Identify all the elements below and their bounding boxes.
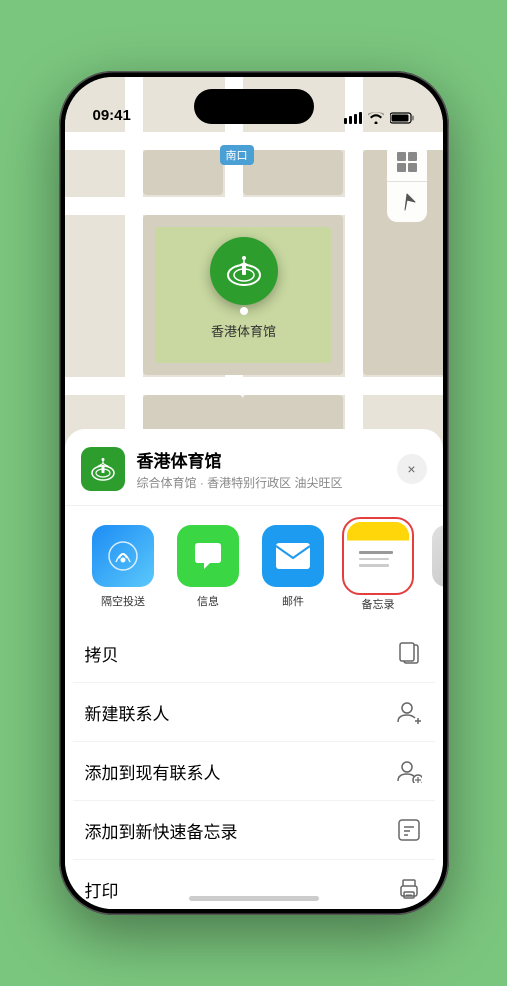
notes-icon-wrap: [347, 522, 409, 584]
battery-icon: [390, 112, 415, 124]
share-item-more[interactable]: 推: [421, 525, 443, 609]
phone-frame: 09:41: [59, 71, 449, 915]
action-new-contact[interactable]: 新建联系人: [73, 683, 435, 742]
map-road: [65, 377, 443, 395]
map-controls: [387, 142, 427, 222]
venue-info: 香港体育馆 综合体育馆 · 香港特别行政区 油尖旺区: [137, 447, 397, 491]
status-time: 09:41: [93, 107, 131, 124]
wifi-icon: [368, 112, 384, 124]
mail-label: 邮件: [282, 593, 304, 609]
printer-icon: [395, 875, 423, 903]
mail-icon-wrap: [262, 525, 324, 587]
share-item-messages[interactable]: 信息: [166, 525, 251, 609]
venue-label: 南口: [220, 145, 254, 165]
venue-subtitle: 综合体育馆 · 香港特别行政区 油尖旺区: [137, 474, 397, 491]
venue-icon-graphic: [89, 455, 117, 483]
share-item-mail[interactable]: 邮件: [251, 525, 336, 609]
stadium-pin: 香港体育馆: [210, 237, 278, 340]
action-quick-note[interactable]: 添加到新快速备忘录: [73, 801, 435, 860]
notes-label: 备忘录: [362, 596, 395, 612]
map-block: [143, 150, 223, 195]
more-icon-wrap: [432, 525, 443, 587]
action-copy[interactable]: 拷贝: [73, 624, 435, 683]
mail-icon: [274, 541, 312, 571]
stadium-icon: [224, 251, 264, 291]
person-add-icon: [395, 698, 423, 726]
action-quick-note-label: 添加到新快速备忘录: [85, 818, 238, 843]
status-icons: [344, 112, 415, 124]
messages-icon-wrap: [177, 525, 239, 587]
airdrop-icon-wrap: [92, 525, 154, 587]
pin-circle: [210, 237, 278, 305]
location-icon: [397, 192, 417, 212]
venue-name: 香港体育馆: [137, 447, 397, 472]
close-button[interactable]: ×: [397, 454, 427, 484]
airdrop-label: 隔空投送: [101, 593, 145, 609]
person-plus-icon: [395, 757, 423, 785]
venue-icon: [81, 447, 125, 491]
action-new-contact-label: 新建联系人: [85, 700, 170, 725]
location-button[interactable]: [387, 182, 427, 222]
share-row: 隔空投送 信息: [65, 506, 443, 624]
action-list: 拷贝 新建联系人: [65, 624, 443, 909]
map-type-button[interactable]: [387, 142, 427, 182]
action-add-existing-label: 添加到现有联系人: [85, 759, 221, 784]
home-indicator: [189, 896, 319, 901]
bottom-sheet: 香港体育馆 综合体育馆 · 香港特别行政区 油尖旺区 ×: [65, 429, 443, 909]
note-add-icon: [395, 816, 423, 844]
share-item-notes[interactable]: 备忘录: [336, 522, 421, 612]
map-type-icon: [396, 151, 418, 173]
pin-label: 香港体育馆: [211, 321, 276, 340]
action-print[interactable]: 打印: [73, 860, 435, 909]
messages-label: 信息: [197, 593, 219, 609]
share-item-airdrop[interactable]: 隔空投送: [81, 525, 166, 609]
phone-screen: 09:41: [65, 77, 443, 909]
action-print-label: 打印: [85, 877, 119, 902]
action-add-existing[interactable]: 添加到现有联系人: [73, 742, 435, 801]
pin-dot: [240, 307, 248, 315]
messages-icon: [190, 538, 226, 574]
signal-icon: [344, 112, 362, 124]
airdrop-icon: [105, 538, 141, 574]
venue-header: 香港体育馆 综合体育馆 · 香港特别行政区 油尖旺区 ×: [65, 429, 443, 506]
copy-icon: [395, 639, 423, 667]
action-copy-label: 拷贝: [85, 641, 119, 666]
map-block: [243, 150, 343, 195]
dynamic-island: [194, 89, 314, 124]
